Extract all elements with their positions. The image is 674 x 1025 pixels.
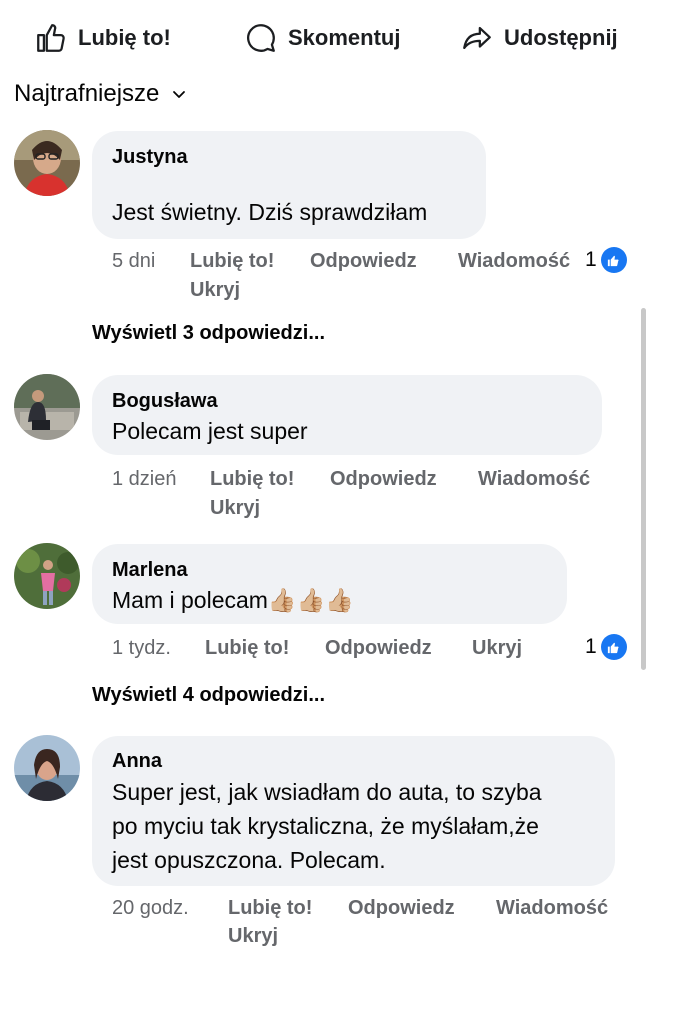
reaction-count-value: 1 xyxy=(585,635,597,658)
comment-reply-button[interactable]: Odpowiedz xyxy=(348,897,455,920)
post-action-bar: Lubię to! Skomentuj Udostępnij xyxy=(0,14,674,62)
comment-reply-button[interactable]: Odpowiedz xyxy=(330,468,437,491)
comment-message-button[interactable]: Wiadomość xyxy=(458,250,570,273)
like-badge-icon xyxy=(600,634,627,660)
chevron-down-icon xyxy=(173,91,186,98)
comment-time[interactable]: 1 dzień xyxy=(112,468,177,491)
comment-author[interactable]: Justyna xyxy=(112,146,188,169)
avatar[interactable] xyxy=(14,130,80,196)
comment-text-line: Super jest, jak wsiadłam do auta, to szy… xyxy=(112,779,542,805)
comment-author[interactable]: Bogusława xyxy=(112,390,218,413)
thumbs-up-icon xyxy=(37,24,65,52)
comment-author[interactable]: Anna xyxy=(112,750,162,773)
comment-time[interactable]: 20 godz. xyxy=(112,897,189,920)
comment-like-button[interactable]: Lubię to! xyxy=(210,468,294,491)
view-replies-link[interactable]: Wyświetl 4 odpowiedzi... xyxy=(92,684,325,707)
comment-hide-button[interactable]: Ukryj xyxy=(190,279,240,302)
share-action-label: Udostępnij xyxy=(504,25,618,50)
comment-action-label: Skomentuj xyxy=(288,25,401,50)
comment-hide-button[interactable]: Ukryj xyxy=(228,925,278,948)
comment-text: Jest świetny. Dziś sprawdziłam xyxy=(112,199,428,225)
comment-text: Mam i polecam👍🏼👍🏼👍🏼 xyxy=(112,587,354,613)
comment-reply-button[interactable]: Odpowiedz xyxy=(325,637,432,660)
comment-reaction-count[interactable]: 1 xyxy=(585,247,627,273)
avatar[interactable] xyxy=(14,543,80,609)
comment-like-button[interactable]: Lubię to! xyxy=(205,637,289,660)
avatar-photo xyxy=(14,130,80,196)
comment-time[interactable]: 1 tydz. xyxy=(112,637,171,660)
comment-like-button[interactable]: Lubię to! xyxy=(228,897,312,920)
scrollbar[interactable] xyxy=(641,308,646,670)
share-arrow-icon xyxy=(463,26,491,50)
comment-action-button[interactable]: Skomentuj xyxy=(244,14,400,62)
comment-text-line: po myciu tak krystaliczna, że myślałam,ż… xyxy=(112,813,539,839)
avatar-photo xyxy=(14,374,80,440)
comment-message-button[interactable]: Wiadomość xyxy=(478,468,590,491)
avatar-photo xyxy=(14,735,80,801)
comment-hide-button[interactable]: Ukryj xyxy=(210,497,260,520)
avatar[interactable] xyxy=(14,735,80,801)
avatar-photo xyxy=(14,543,80,609)
comment-author[interactable]: Marlena xyxy=(112,559,188,582)
comment-like-button[interactable]: Lubię to! xyxy=(190,250,274,273)
comment-reaction-count[interactable]: 1 xyxy=(585,634,627,660)
like-action-button[interactable]: Lubię to! xyxy=(34,14,171,62)
comment-text-line: jest opuszczona. Polecam. xyxy=(112,847,386,873)
share-action-button[interactable]: Udostępnij xyxy=(460,14,618,62)
sort-dropdown[interactable]: Najtrafniejsze xyxy=(14,80,187,108)
view-replies-link[interactable]: Wyświetl 3 odpowiedzi... xyxy=(92,322,325,345)
comment-bubble-icon xyxy=(247,24,275,52)
comment-reply-button[interactable]: Odpowiedz xyxy=(310,250,417,273)
avatar[interactable] xyxy=(14,374,80,440)
comment-message-button[interactable]: Wiadomość xyxy=(496,897,608,920)
sort-label: Najtrafniejsze xyxy=(14,80,160,107)
reaction-count-value: 1 xyxy=(585,248,597,271)
like-badge-icon xyxy=(600,247,627,273)
comment-hide-button[interactable]: Ukryj xyxy=(472,637,522,660)
comment-text: Polecam jest super xyxy=(112,418,308,444)
like-action-label: Lubię to! xyxy=(78,25,171,50)
comment-time[interactable]: 5 dni xyxy=(112,250,155,273)
